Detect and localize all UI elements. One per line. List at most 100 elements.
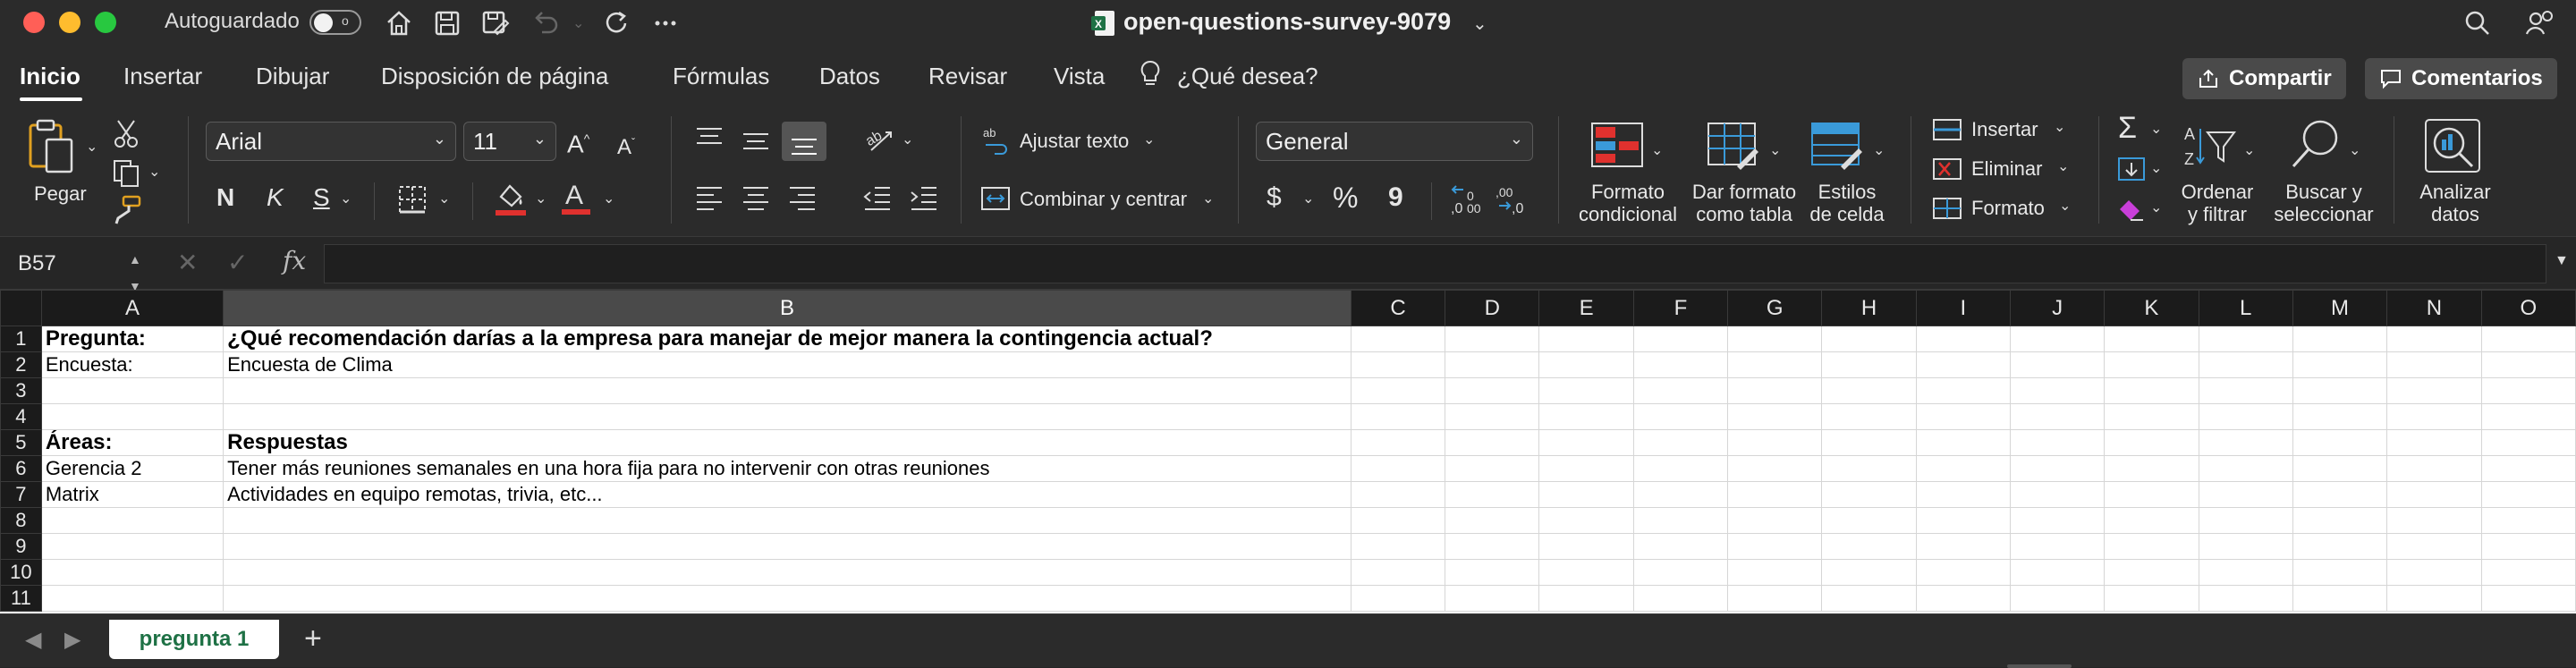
analyze-data-icon[interactable] — [2422, 116, 2485, 180]
cell-empty[interactable] — [1632, 585, 1729, 612]
cell-b[interactable] — [223, 377, 1352, 404]
cell-empty[interactable] — [1915, 481, 2011, 508]
cell-empty[interactable] — [1445, 507, 1540, 534]
share-button[interactable]: Compartir — [2182, 58, 2346, 99]
italic-button[interactable]: K — [267, 184, 284, 211]
row-header[interactable]: 1 — [0, 326, 42, 352]
cell-empty[interactable] — [1445, 481, 1540, 508]
cell-empty[interactable] — [2198, 559, 2293, 586]
conditional-format-dropdown-icon[interactable]: ⌄ — [1651, 141, 1663, 159]
cell-a[interactable]: Áreas: — [40, 429, 225, 456]
cell-empty[interactable] — [1915, 507, 2011, 534]
bold-button[interactable]: N — [216, 184, 234, 211]
cell-empty[interactable] — [1632, 377, 1729, 404]
merge-dropdown-icon[interactable]: ⌄ — [1202, 190, 1214, 207]
cell-empty[interactable] — [1538, 403, 1634, 430]
comments-button[interactable]: Comentarios — [2365, 58, 2557, 99]
paste-icon[interactable] — [25, 118, 79, 180]
copy-dropdown-icon[interactable]: ⌄ — [148, 163, 160, 181]
sort-filter-label[interactable]: Ordenar y filtrar — [2168, 181, 2267, 225]
number-format-select[interactable]: General ⌄ — [1256, 122, 1533, 161]
fill-color-icon[interactable] — [494, 181, 528, 221]
cell-empty[interactable] — [1915, 351, 2011, 378]
cell-empty[interactable] — [2009, 429, 2106, 456]
column-header-f[interactable]: F — [1632, 290, 1729, 326]
cell-empty[interactable] — [1821, 429, 1917, 456]
cell-styles-icon[interactable] — [1810, 122, 1864, 176]
cell-empty[interactable] — [2198, 533, 2293, 560]
cell-empty[interactable] — [1915, 585, 2011, 612]
percent-button[interactable]: % — [1333, 183, 1358, 212]
cell-empty[interactable] — [2386, 533, 2482, 560]
cell-empty[interactable] — [1445, 377, 1540, 404]
cell-empty[interactable] — [1632, 326, 1729, 352]
conditional-format-label[interactable]: Formato condicional — [1574, 181, 1682, 225]
undo-dropdown-icon[interactable]: ⌄ — [572, 14, 584, 32]
next-sheet-icon[interactable]: ▶ — [64, 627, 80, 653]
insert-cells-label[interactable]: Insertar — [1971, 118, 2038, 140]
cell-empty[interactable] — [1915, 326, 2011, 352]
cell-empty[interactable] — [1727, 377, 1823, 404]
cell-empty[interactable] — [1821, 377, 1917, 404]
search-icon[interactable] — [2462, 7, 2494, 39]
more-icon[interactable] — [649, 7, 682, 39]
cell-empty[interactable] — [2292, 585, 2388, 612]
borders-icon[interactable] — [397, 184, 428, 219]
cell-empty[interactable] — [2009, 351, 2106, 378]
cell-empty[interactable] — [1538, 351, 1634, 378]
borders-dropdown-icon[interactable]: ⌄ — [438, 190, 450, 207]
format-as-table-icon[interactable] — [1707, 122, 1760, 176]
cell-empty[interactable] — [1632, 351, 1729, 378]
merge-center-icon[interactable] — [980, 184, 1011, 217]
cell-empty[interactable] — [2480, 455, 2576, 482]
cell-a[interactable] — [40, 559, 225, 586]
tab-inicio[interactable]: Inicio — [20, 63, 80, 90]
column-header-o[interactable]: O — [2480, 290, 2576, 326]
cell-empty[interactable] — [2292, 455, 2388, 482]
cell-empty[interactable] — [2104, 455, 2199, 482]
cell-a[interactable]: Encuesta: — [40, 351, 225, 378]
underline-button[interactable]: S — [313, 184, 330, 211]
decrease-decimal-icon[interactable]: ,00,0 — [1492, 182, 1528, 223]
cell-a[interactable] — [40, 585, 225, 612]
cell-empty[interactable] — [1821, 455, 1917, 482]
cell-empty[interactable] — [2480, 585, 2576, 612]
cell-empty[interactable] — [1915, 429, 2011, 456]
cell-empty[interactable] — [1821, 481, 1917, 508]
clear-icon[interactable] — [2116, 195, 2147, 226]
cell-empty[interactable] — [2198, 351, 2293, 378]
expand-formula-icon[interactable]: ▼ — [2555, 253, 2569, 269]
tell-me-search[interactable]: ¿Qué desea? — [1177, 63, 1318, 90]
cell-empty[interactable] — [1538, 377, 1634, 404]
row-header[interactable]: 11 — [0, 585, 42, 612]
column-header-j[interactable]: J — [2009, 290, 2106, 326]
fill-dropdown-icon[interactable]: ⌄ — [2150, 159, 2162, 177]
save-as-icon[interactable] — [479, 7, 512, 39]
currency-dropdown-icon[interactable]: ⌄ — [1302, 190, 1314, 207]
find-select-icon[interactable] — [2288, 118, 2345, 176]
tab-formulas[interactable]: Fórmulas — [673, 63, 769, 90]
maximize-window-button[interactable] — [95, 12, 116, 33]
cell-empty[interactable] — [2198, 481, 2293, 508]
cell-empty[interactable] — [2480, 559, 2576, 586]
cell-empty[interactable] — [1350, 326, 1446, 352]
font-name-select[interactable]: Arial ⌄ — [206, 122, 456, 161]
cell-empty[interactable] — [2104, 585, 2199, 612]
prev-sheet-icon[interactable]: ◀ — [25, 627, 41, 653]
confirm-entry-icon[interactable]: ✓ — [227, 249, 248, 276]
spreadsheet-grid[interactable]: ABCDEFGHIJKLMNO 1 Pregunta: ¿Qué recomenda… — [0, 290, 2576, 613]
insert-dropdown-icon[interactable]: ⌄ — [2054, 118, 2065, 136]
tab-vista[interactable]: Vista — [1054, 63, 1105, 90]
cell-a[interactable] — [40, 403, 225, 430]
cell-a[interactable]: Matrix — [40, 481, 225, 508]
sheet-tab-active[interactable]: pregunta 1 — [109, 620, 279, 659]
cell-empty[interactable] — [1538, 326, 1634, 352]
column-header-n[interactable]: N — [2386, 290, 2482, 326]
cell-empty[interactable] — [1350, 377, 1446, 404]
cell-empty[interactable] — [1350, 455, 1446, 482]
find-select-dropdown-icon[interactable]: ⌄ — [2349, 141, 2360, 159]
row-header[interactable]: 5 — [0, 429, 42, 456]
cell-b[interactable]: Encuesta de Clima — [223, 351, 1352, 378]
cell-empty[interactable] — [2009, 507, 2106, 534]
cell-empty[interactable] — [2009, 455, 2106, 482]
